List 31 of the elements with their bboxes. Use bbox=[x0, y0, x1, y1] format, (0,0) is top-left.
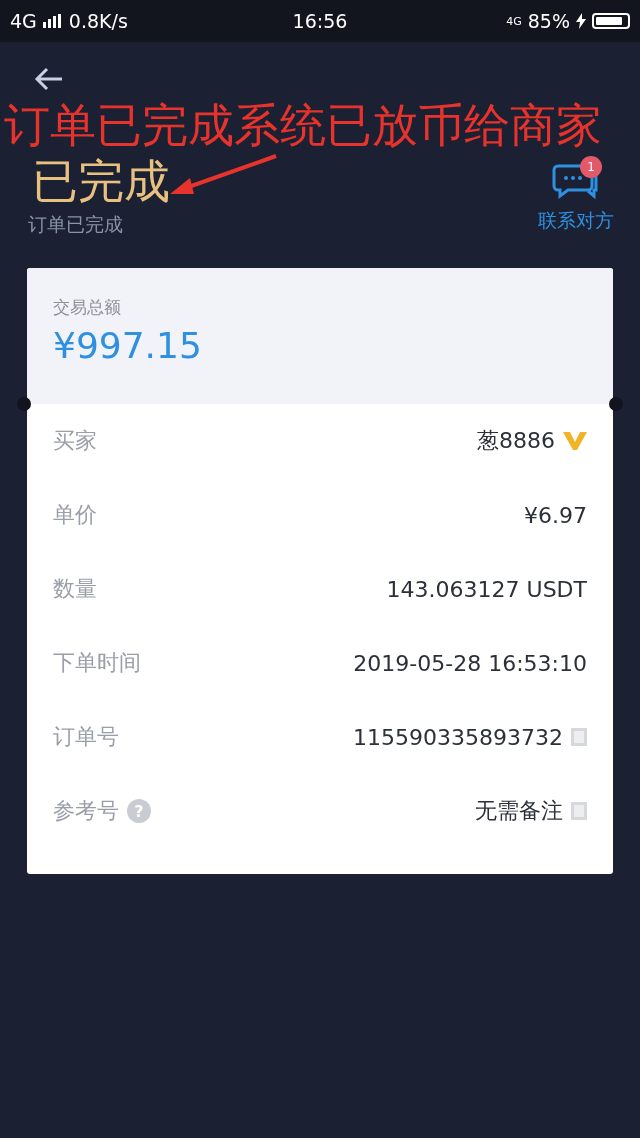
field-label: 数量 bbox=[53, 575, 97, 603]
annotation-text: 订单已完成系统已放币给商家 bbox=[4, 97, 603, 154]
network-speed: 0.8K/s bbox=[68, 10, 128, 32]
unread-badge: 1 bbox=[580, 156, 602, 178]
battery-icon bbox=[592, 13, 630, 29]
field-value: 2019-05-28 16:53:10 bbox=[353, 650, 587, 676]
battery-percent: 85% bbox=[527, 10, 570, 32]
field-label: 下单时间 bbox=[53, 649, 141, 677]
field-value: 无需备注 bbox=[475, 797, 563, 825]
network-type: 4G bbox=[10, 10, 37, 32]
field-label: 订单号 bbox=[53, 723, 119, 751]
field-value: 115590335893732 bbox=[353, 724, 563, 750]
charging-icon bbox=[576, 13, 586, 29]
field-value: 葱8886 bbox=[477, 427, 555, 455]
field-value: 143.063127 USDT bbox=[386, 576, 587, 602]
field-label: 买家 bbox=[53, 427, 97, 455]
total-label: 交易总额 bbox=[53, 296, 122, 319]
total-amount: ¥997.15 bbox=[53, 325, 203, 366]
notch bbox=[609, 397, 623, 411]
field-label: 参考号 bbox=[53, 797, 119, 825]
signal-icon bbox=[42, 14, 63, 28]
network-type: 4G bbox=[506, 14, 522, 28]
clock: 16:56 bbox=[292, 10, 348, 32]
notch bbox=[17, 397, 31, 411]
copy-icon[interactable] bbox=[571, 728, 587, 746]
copy-icon[interactable] bbox=[571, 802, 587, 820]
chat-icon bbox=[552, 162, 600, 202]
field-label: 单价 bbox=[53, 501, 97, 529]
order-status: 已完成 bbox=[32, 154, 170, 208]
field-value: ¥6.97 bbox=[524, 502, 587, 528]
status-subtitle: 订单已完成 bbox=[28, 212, 124, 237]
